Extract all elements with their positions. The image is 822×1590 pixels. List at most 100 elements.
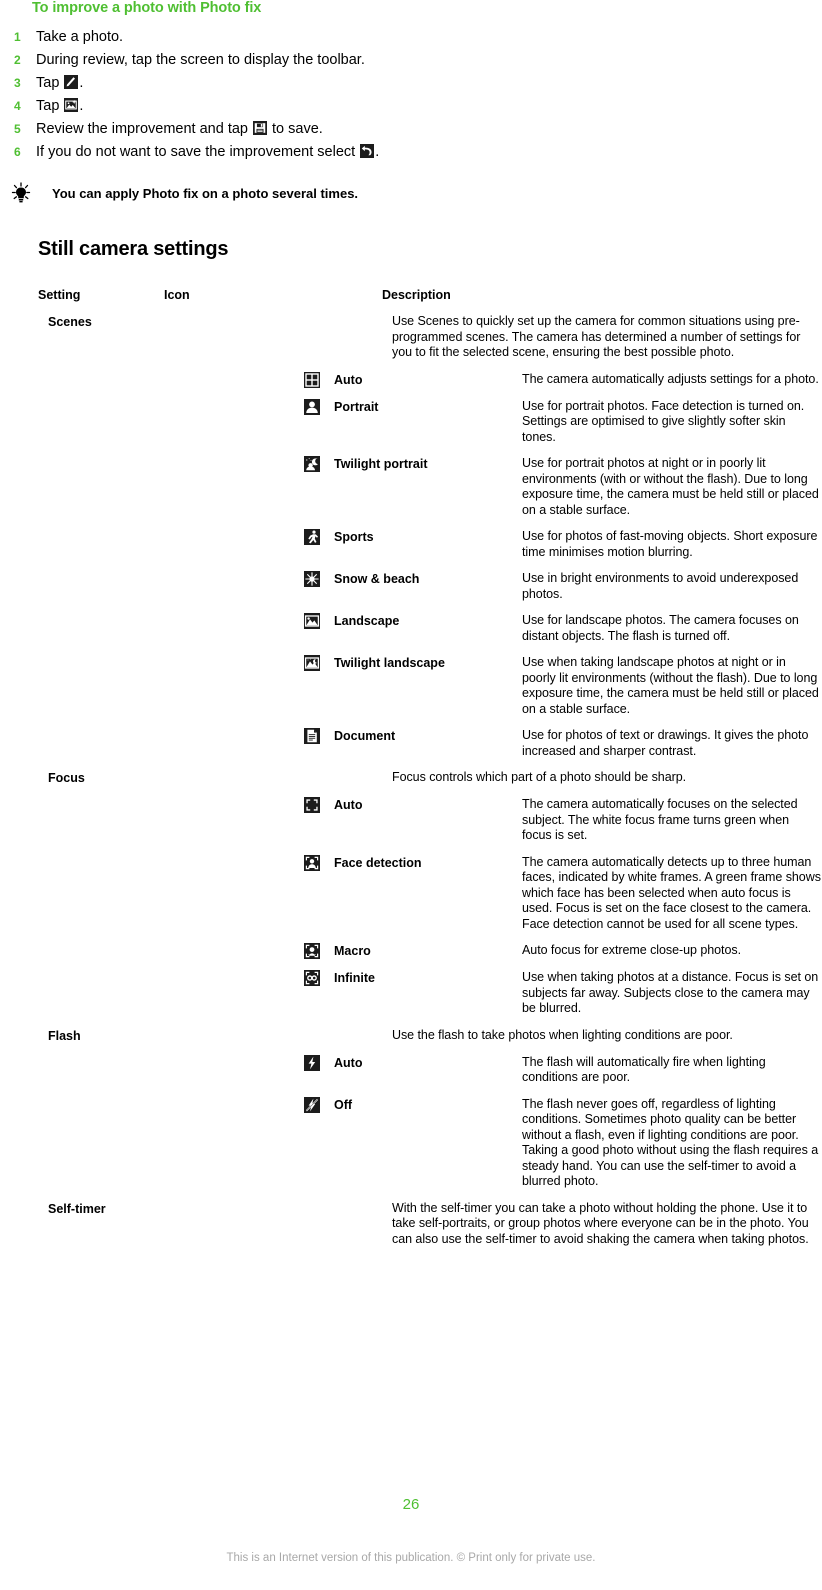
cell-description: The flash will automatically fire when l… [522, 1054, 766, 1085]
scene-landscape-icon [304, 613, 320, 629]
cell-icon-label: Snow & beach [334, 572, 420, 586]
cell-setting [38, 855, 174, 933]
cell-icon-label: Auto [334, 372, 363, 387]
cell-icon-label: Twilight portrait [334, 457, 428, 471]
procedure-step: 6 If you do not want to save the improvem… [14, 141, 804, 163]
table-row: Infinite Use when taking photos at a dist… [38, 970, 822, 1017]
table-row: Twilight landscape Use when taking landsc… [38, 655, 822, 717]
cell-setting [38, 613, 174, 644]
cell-description: The camera automatically adjusts setting… [522, 371, 819, 386]
section-heading: Still camera settings [38, 238, 229, 260]
photo-fix-icon [64, 98, 79, 112]
step-text-before: If you do not want to save the improveme… [36, 144, 360, 160]
cell-setting [38, 970, 174, 1017]
table-header-row: Setting Icon Description [38, 288, 822, 314]
cell-setting [38, 1097, 174, 1190]
cell-icon-label: Portrait [334, 399, 379, 414]
document-page: To improve a photo with Photo fix 1 Take … [0, 0, 822, 1590]
lightbulb-icon [8, 182, 34, 204]
cell-icon-label: Face detection [334, 855, 422, 870]
scene-auto-icon [304, 371, 320, 388]
table-row: Snow & beach Use in bright environments t… [38, 571, 822, 602]
cell-setting [38, 399, 174, 446]
cell-description: Use for photos of text or drawings. It g… [522, 728, 809, 758]
cell-setting [38, 529, 174, 560]
table-row: Macro Auto focus for extreme close-up pho… [38, 943, 822, 959]
step-text-after: . [79, 98, 84, 114]
cell-icon [174, 1028, 392, 1044]
cell-setting [38, 728, 174, 759]
step-number: 5 [14, 122, 21, 136]
procedure-step: 2 During review, tap the screen to displa… [14, 49, 804, 71]
scene-twilight-landscape-icon [304, 655, 320, 671]
step-text-after: . [375, 144, 380, 160]
step-number: 1 [14, 30, 21, 44]
cell-description: Use in bright environments to avoid unde… [522, 571, 799, 601]
cell-icon: Landscape [174, 613, 522, 644]
scene-portrait-icon [304, 398, 320, 415]
table-row: Auto The camera automatically adjusts set… [38, 371, 822, 388]
cell-icon: Face detection [174, 854, 522, 933]
table-row: Auto The flash will automatically fire wh… [38, 1054, 822, 1086]
table-row: Self-timer With the self-timer you can ta… [38, 1201, 822, 1248]
cell-icon: Twilight landscape [174, 655, 522, 717]
column-header-setting: Setting [38, 288, 81, 302]
column-header-icon: Icon [164, 288, 190, 302]
cell-icon-label: Twilight landscape [334, 656, 445, 670]
cell-icon: Auto [174, 797, 522, 844]
procedure-heading: To improve a photo with Photo fix [32, 0, 262, 16]
table-row: Face detection The camera automatically d… [38, 854, 822, 933]
table-row: Portrait Use for portrait photos. Face de… [38, 398, 822, 446]
step-number: 2 [14, 53, 21, 67]
cell-description: Use for landscape photos. The camera foc… [522, 613, 799, 643]
cell-description: Use when taking landscape photos at nigh… [522, 655, 819, 716]
step-text-before: Tap [36, 98, 64, 114]
focus-macro-icon [304, 943, 320, 959]
scene-twilight-portrait-icon [304, 456, 320, 472]
table-row: Flash Use the flash to take photos when l… [38, 1028, 822, 1044]
footer-note: This is an Internet version of this publ… [226, 1552, 596, 1564]
table-row: Focus Focus controls which part of a phot… [38, 770, 822, 786]
table-row: Document Use for photos of text or drawin… [38, 728, 822, 759]
tip-text: You can apply Photo fix on a photo sever… [52, 185, 359, 201]
table-body: Scenes Use Scenes to quickly set up the c… [38, 314, 822, 1247]
column-header-description: Description [382, 288, 451, 302]
step-text-before: Take a photo. [36, 29, 124, 45]
cell-description: The camera automatically focuses on the … [522, 797, 798, 842]
cell-icon: Document [174, 728, 522, 759]
cell-icon: Auto [174, 371, 522, 388]
cell-setting: Self-timer [48, 1201, 106, 1216]
table-row: Twilight portrait Use for portrait photos… [38, 456, 822, 518]
cell-icon: Macro [174, 943, 522, 959]
step-text-before: Tap [36, 75, 64, 91]
procedure-step: 5 Review the improvement and tap to save. [14, 118, 804, 140]
cell-setting: Scenes [48, 315, 92, 329]
cell-setting: Focus [48, 771, 85, 785]
step-text-before: Review the improvement and tap [36, 121, 252, 137]
cell-icon: Off [174, 1096, 522, 1190]
tip-callout: You can apply Photo fix on a photo sever… [8, 182, 358, 204]
cell-icon-label: Auto [334, 798, 363, 812]
scene-sports-icon [304, 529, 320, 545]
step-text-before: During review, tap the screen to display… [36, 52, 365, 68]
save-floppy-icon [253, 121, 267, 135]
cell-icon-label: Document [334, 729, 396, 743]
cell-description: Use for photos of fast-moving objects. S… [522, 529, 818, 559]
cell-description: Use for portrait photos at night or in p… [522, 456, 819, 517]
cell-icon: Auto [174, 1054, 522, 1086]
scene-snow-beach-icon [304, 571, 320, 587]
step-text: Review the improvement and tap to save. [36, 118, 804, 140]
cell-description: The camera automatically detects up to t… [522, 854, 821, 931]
cell-icon-label: Sports [334, 530, 374, 544]
cell-icon-label: Off [334, 1097, 353, 1112]
procedure-step: 1 Take a photo. [14, 26, 804, 48]
cell-setting [38, 571, 174, 602]
table-row: Off The flash never goes off, regardless … [38, 1096, 822, 1190]
cell-icon [174, 1201, 392, 1248]
cell-icon: Sports [174, 529, 522, 560]
cell-setting [38, 1055, 174, 1086]
cell-description: The flash never goes off, regardless of … [522, 1096, 819, 1189]
cell-description: Auto focus for extreme close-up photos. [522, 943, 741, 957]
step-text-after: . [79, 75, 84, 91]
scene-document-icon [304, 728, 320, 744]
